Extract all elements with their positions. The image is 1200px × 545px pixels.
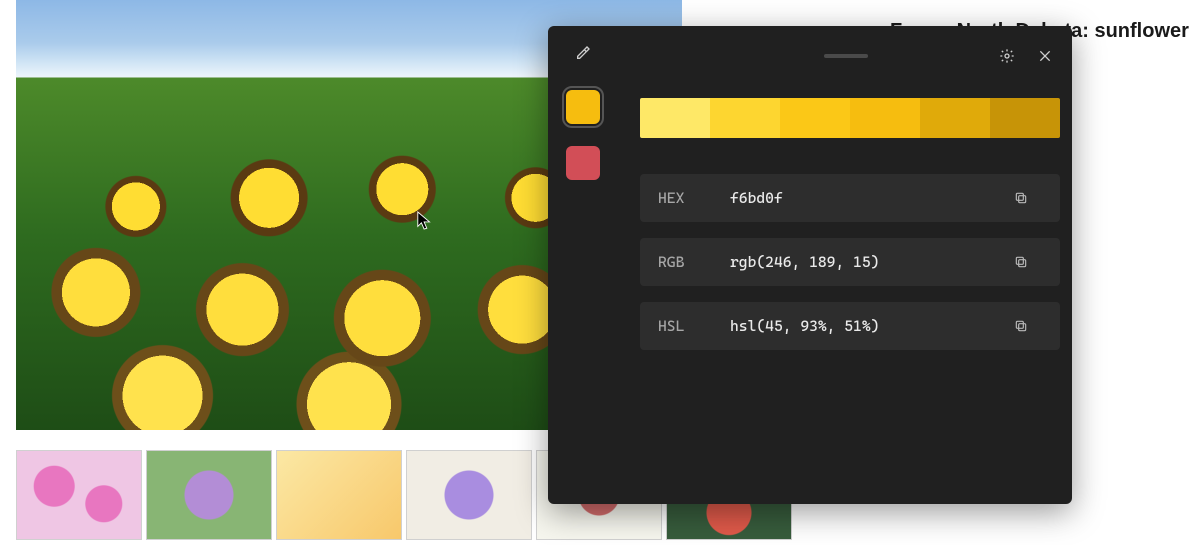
copy-icon [1014,191,1028,205]
mouse-cursor-icon [416,210,434,232]
shade-swatch[interactable] [640,98,710,138]
copy-hsl-button[interactable] [1006,311,1036,341]
panel-titlebar[interactable] [640,40,1060,72]
hex-row: HEX f6bd0f [640,174,1060,222]
hsl-value[interactable]: hsl(45, 93%, 51%) [730,317,1006,335]
picker-sidebar [548,26,618,504]
history-swatch[interactable] [566,146,600,180]
drag-handle-icon[interactable] [824,54,868,58]
thumbnail[interactable] [16,450,142,540]
shade-swatch[interactable] [780,98,850,138]
hsl-row: HSL hsl(45, 93%, 51%) [640,302,1060,350]
hsl-label: HSL [658,317,730,335]
eyedropper-icon [575,45,591,61]
hex-label: HEX [658,189,730,207]
thumbnail[interactable] [276,450,402,540]
thumbnail[interactable] [146,450,272,540]
close-button[interactable] [1030,41,1060,71]
settings-button[interactable] [992,41,1022,71]
copy-icon [1014,319,1028,333]
history-swatch[interactable] [566,90,600,124]
rgb-row: RGB rgb(246, 189, 15) [640,238,1060,286]
gear-icon [999,48,1015,64]
color-shades-bar[interactable] [640,98,1060,138]
copy-hex-button[interactable] [1006,183,1036,213]
close-icon [1037,48,1053,64]
shade-swatch[interactable] [850,98,920,138]
hex-value[interactable]: f6bd0f [730,189,1006,207]
shade-swatch[interactable] [920,98,990,138]
eyedropper-button[interactable] [568,38,598,68]
rgb-value[interactable]: rgb(246, 189, 15) [730,253,1006,271]
shade-swatch[interactable] [990,98,1060,138]
copy-rgb-button[interactable] [1006,247,1036,277]
thumbnail[interactable] [406,450,532,540]
copy-icon [1014,255,1028,269]
shade-swatch[interactable] [710,98,780,138]
color-picker-panel: HEX f6bd0f RGB rgb(246, 189, 15) HSL hsl… [548,26,1072,504]
rgb-label: RGB [658,253,730,271]
picker-main: HEX f6bd0f RGB rgb(246, 189, 15) HSL hsl… [618,26,1078,504]
